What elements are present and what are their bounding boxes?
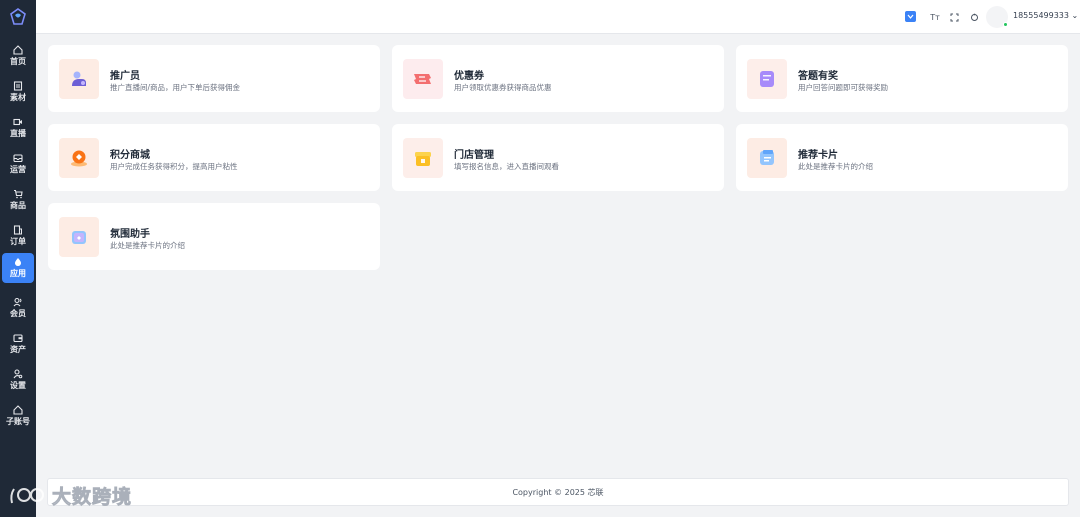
sidebar-item-label: 直播 <box>10 129 26 138</box>
promoter-icon <box>59 59 99 99</box>
sidebar-item-label: 商品 <box>10 201 26 210</box>
footer: Copyright © 2025 芯联 <box>47 478 1069 506</box>
sidebar-item-label: 应用 <box>10 269 26 278</box>
card-description: 填写报名信息，进入直播间观看 <box>454 162 559 171</box>
card-title: 氛围助手 <box>110 229 150 240</box>
sidebar-item-orders[interactable]: 订单 <box>2 220 34 252</box>
app-card-promoter[interactable]: 推广员 推广直播间/商品，用户下单后获得佣金 <box>48 45 380 112</box>
watermark: 大数跨境 <box>8 482 132 509</box>
app-logo-icon[interactable] <box>9 8 27 26</box>
font-size-glyph: Tт <box>930 12 940 22</box>
card-description: 用户回答问题即可获得奖励 <box>798 83 888 92</box>
sidebar-item-label: 子账号 <box>6 417 30 426</box>
home-icon <box>13 45 23 55</box>
points-mall-icon <box>59 138 99 178</box>
app-card-recommend[interactable]: 推荐卡片 此处是推荐卡片的介绍 <box>736 124 1068 191</box>
language-flag-icon[interactable] <box>905 11 916 22</box>
card-title: 推荐卡片 <box>798 150 838 161</box>
sidebar-item-apps[interactable]: 应用 <box>2 253 34 283</box>
card-description: 此处是推荐卡片的介绍 <box>110 241 185 250</box>
order-icon <box>13 225 22 235</box>
users-icon <box>13 297 22 307</box>
app-card-points-mall[interactable]: 积分商城 用户完成任务获得积分，提高用户粘性 <box>48 124 380 191</box>
app-card-quiz[interactable]: 答题有奖 用户回答问题即可获得奖励 <box>736 45 1068 112</box>
sidebar-item-label: 订单 <box>10 237 26 246</box>
card-description: 推广直播间/商品，用户下单后获得佣金 <box>110 83 241 92</box>
sidebar-item-products[interactable]: 商品 <box>2 184 34 216</box>
settings-user-icon <box>13 369 23 379</box>
subaccount-icon <box>13 405 23 415</box>
sidebar-item-live[interactable]: 直播 <box>2 112 34 144</box>
material-icon <box>13 81 23 91</box>
card-title: 积分商城 <box>110 150 150 161</box>
drop-icon <box>14 258 22 266</box>
font-size-icon[interactable]: Tт <box>928 10 942 24</box>
online-status-dot <box>1003 22 1008 27</box>
sidebar-item-subaccount[interactable]: 子账号 <box>2 400 34 432</box>
username-label: 18555499333 <box>1013 11 1069 20</box>
sidebar-item-material[interactable]: 素材 <box>2 76 34 108</box>
card-title: 门店管理 <box>454 150 494 161</box>
user-menu[interactable]: 18555499333 ⌄ <box>1013 11 1078 20</box>
sidebar-item-members[interactable]: 会员 <box>2 292 34 324</box>
chevron-down-icon: ⌄ <box>1071 11 1079 20</box>
copyright-text: Copyright © 2025 芯联 <box>512 487 604 497</box>
watermark-logo-icon <box>10 487 44 503</box>
fullscreen-icon[interactable] <box>947 10 961 24</box>
sidebar-item-label: 素材 <box>10 93 26 102</box>
sidebar-item-assets[interactable]: 资产 <box>2 328 34 360</box>
sidebar-item-label: 资产 <box>10 345 26 354</box>
video-icon <box>13 118 22 126</box>
app-card-store[interactable]: 门店管理 填写报名信息，进入直播间观看 <box>392 124 724 191</box>
cart-icon <box>14 189 23 199</box>
sidebar-item-settings[interactable]: 设置 <box>2 364 34 396</box>
card-description: 用户领取优惠券获得商品优惠 <box>454 83 552 92</box>
refresh-icon[interactable] <box>967 10 981 24</box>
card-description: 此处是推荐卡片的介绍 <box>798 162 873 171</box>
inbox-icon <box>13 154 23 163</box>
sidebar-item-operation[interactable]: 运营 <box>2 148 34 180</box>
card-title: 答题有奖 <box>798 71 838 82</box>
sidebar-item-label: 会员 <box>10 309 26 318</box>
app-card-atmosphere[interactable]: 氛围助手 此处是推荐卡片的介绍 <box>48 203 380 270</box>
sidebar-item-label: 首页 <box>10 57 26 66</box>
avatar[interactable] <box>986 6 1008 28</box>
sidebar: 首页 素材 直播 运营 商品 订单 应用 会员 资产 设置 子账号 <box>0 0 36 517</box>
quiz-icon <box>747 59 787 99</box>
top-header: Tт 18555499333 ⌄ <box>36 0 1080 34</box>
watermark-text: 大数跨境 <box>52 486 133 509</box>
app-card-coupon[interactable]: 优惠券 用户领取优惠券获得商品优惠 <box>392 45 724 112</box>
recommend-card-icon <box>747 138 787 178</box>
atmosphere-icon <box>59 217 99 257</box>
coupon-icon <box>403 59 443 99</box>
sidebar-item-label: 设置 <box>10 381 26 390</box>
card-description: 用户完成任务获得积分，提高用户粘性 <box>110 162 238 171</box>
sidebar-item-home[interactable]: 首页 <box>2 40 34 72</box>
card-title: 优惠券 <box>454 71 484 82</box>
wallet-icon <box>13 334 23 343</box>
card-title: 推广员 <box>110 71 140 82</box>
store-icon <box>403 138 443 178</box>
sidebar-item-label: 运营 <box>10 165 26 174</box>
